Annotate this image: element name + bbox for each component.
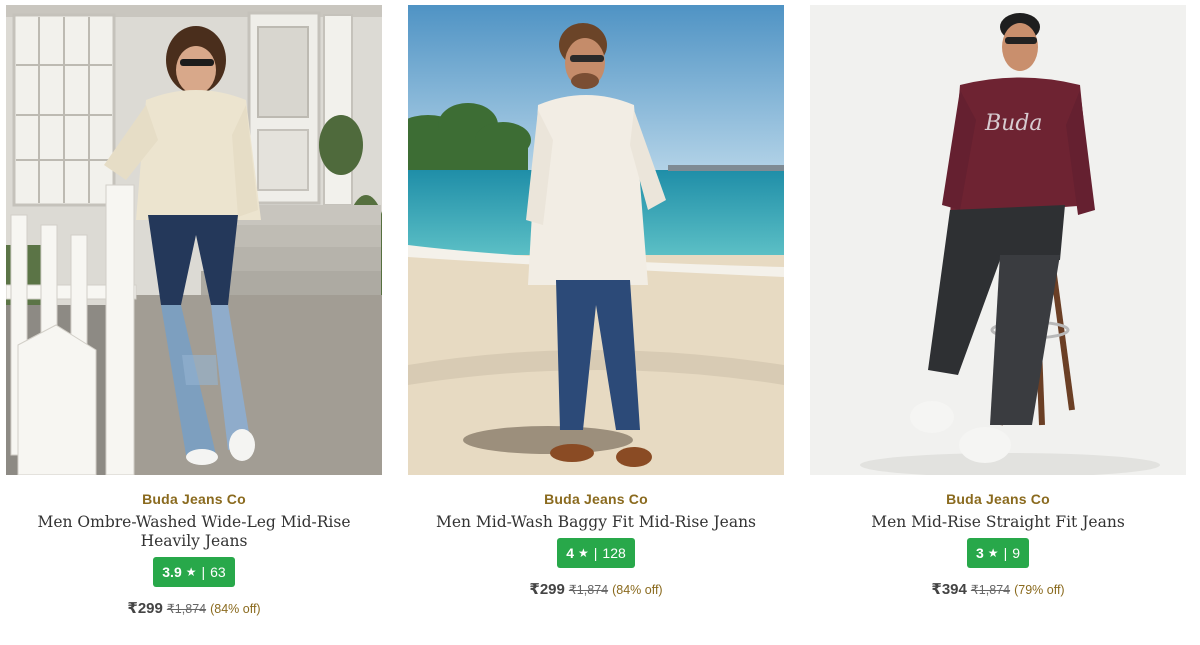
sale-price: ₹299: [127, 600, 163, 617]
discount-percent: (79% off): [1014, 583, 1065, 597]
rating-value: 4: [566, 545, 575, 561]
rating-badge: 4 ★ | 128: [557, 538, 635, 568]
product-image[interactable]: Buda: [810, 5, 1186, 475]
discount-percent: (84% off): [210, 602, 261, 616]
product-photo-porch: [6, 5, 382, 475]
product-title[interactable]: Men Ombre-Washed Wide-Leg Mid-Rise Heavi…: [6, 513, 382, 551]
rating-count: 9: [1012, 545, 1020, 561]
discount-percent: (84% off): [612, 583, 663, 597]
product-photo-beach: [408, 5, 784, 475]
product-title[interactable]: Men Mid-Wash Baggy Fit Mid-Rise Jeans: [408, 513, 784, 532]
sale-price: ₹394: [931, 581, 967, 598]
original-price: ₹1,874: [568, 583, 609, 597]
product-photo-studio: Buda: [810, 5, 1186, 475]
price-row: ₹299 ₹1,874 (84% off): [127, 599, 260, 617]
star-icon: ★: [578, 546, 589, 560]
brand-name: Buda Jeans Co: [142, 491, 246, 507]
rating-separator: |: [593, 545, 598, 561]
rating-value: 3: [976, 545, 984, 561]
star-icon: ★: [185, 565, 197, 579]
price-row: ₹394 ₹1,874 (79% off): [931, 580, 1064, 598]
original-price: ₹1,874: [970, 583, 1011, 597]
product-card[interactable]: Buda Jeans Co Men Ombre-Washed Wide-Leg …: [6, 5, 382, 617]
brand-name: Buda Jeans Co: [544, 491, 648, 507]
tee-print: Buda: [984, 111, 1043, 136]
brand-name: Buda Jeans Co: [946, 491, 1050, 507]
rating-count: 128: [602, 545, 626, 561]
product-image[interactable]: [408, 5, 784, 475]
star-icon: ★: [987, 546, 999, 560]
product-card[interactable]: Buda Buda Jeans Co Men Mid-Rise Straight…: [810, 5, 1186, 598]
rating-badge: 3 ★ | 9: [967, 538, 1029, 568]
original-price: ₹1,874: [166, 602, 207, 616]
rating-separator: |: [1003, 545, 1008, 561]
product-title[interactable]: Men Mid-Rise Straight Fit Jeans: [810, 513, 1186, 532]
rating-badge: 3.9 ★ | 63: [153, 557, 235, 587]
rating-count: 63: [210, 564, 226, 580]
rating-separator: |: [201, 564, 206, 580]
product-card[interactable]: Buda Jeans Co Men Mid-Wash Baggy Fit Mid…: [408, 5, 784, 598]
sale-price: ₹299: [529, 581, 565, 598]
rating-value: 3.9: [162, 564, 182, 580]
product-grid: Buda Jeans Co Men Ombre-Washed Wide-Leg …: [0, 0, 1200, 645]
price-row: ₹299 ₹1,874 (84% off): [529, 580, 662, 598]
product-image[interactable]: [6, 5, 382, 475]
